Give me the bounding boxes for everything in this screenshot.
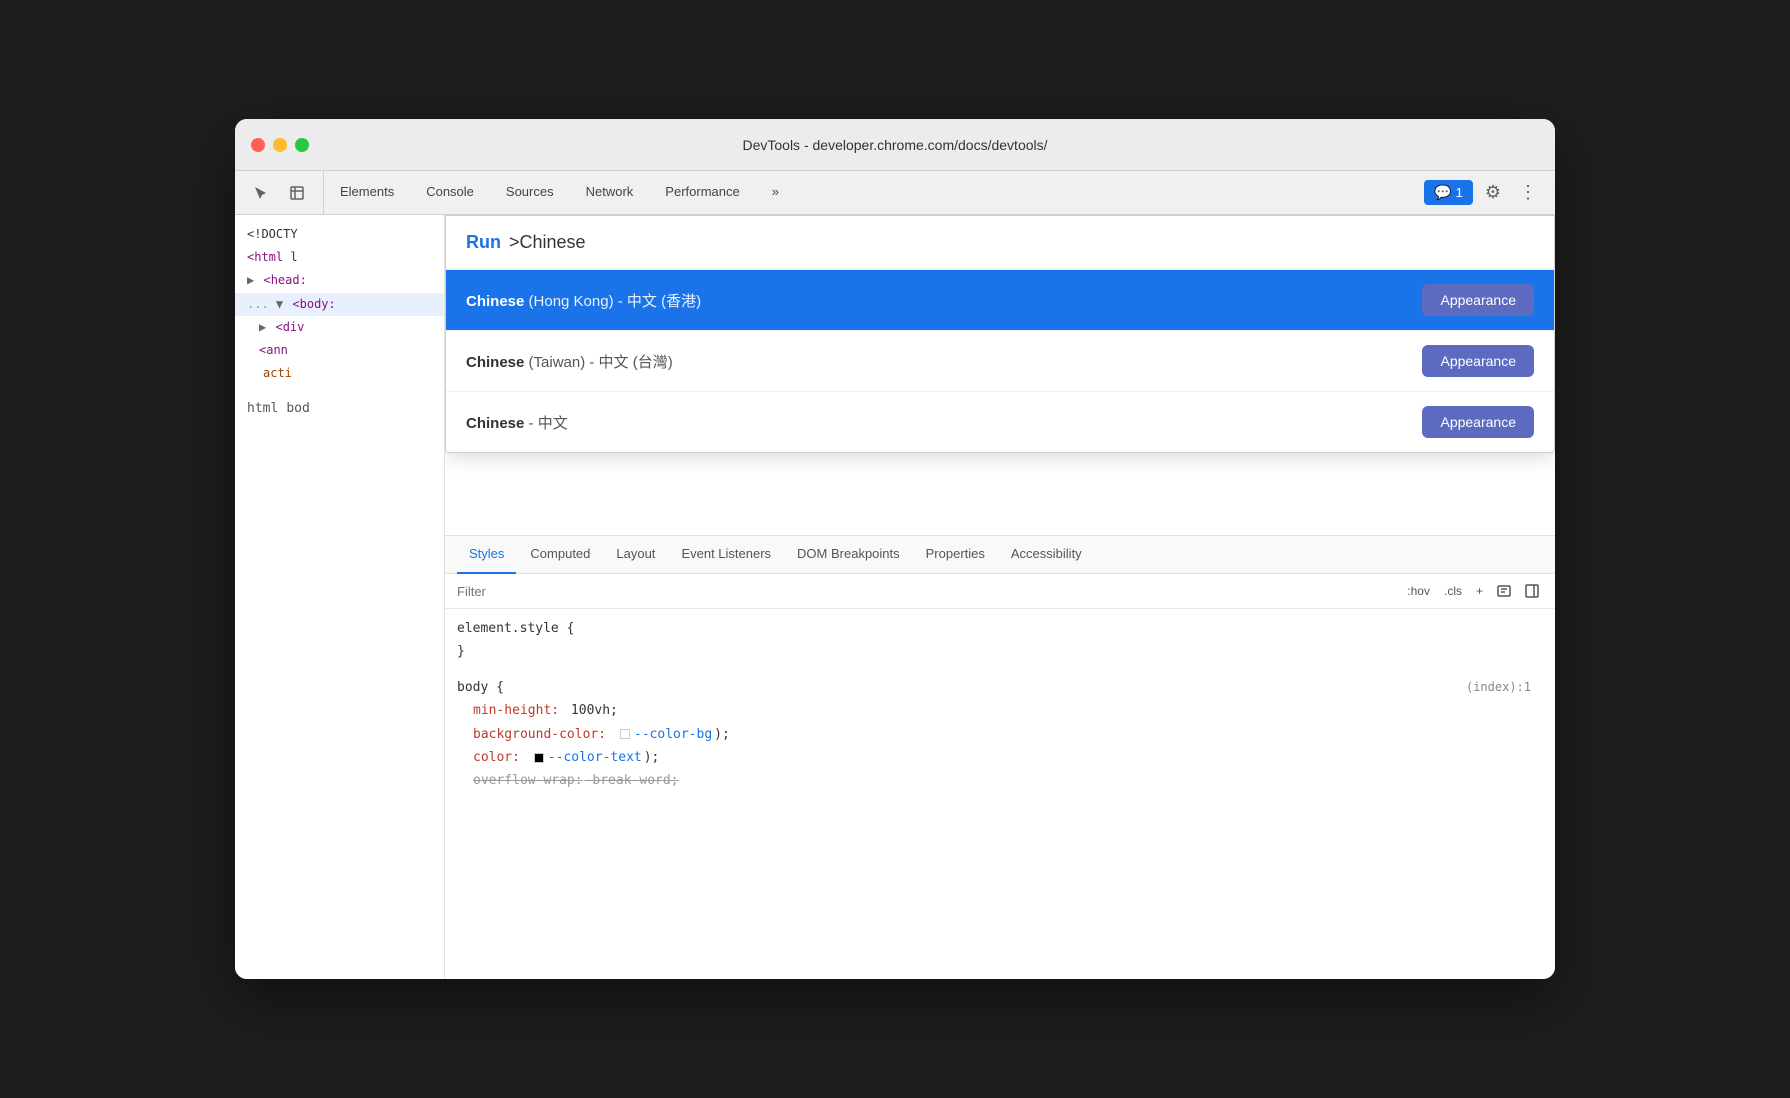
tab-styles[interactable]: Styles	[457, 536, 516, 574]
toolbar-right: 💬 1 ⚙ ⋮	[1412, 171, 1555, 214]
result-item-tw[interactable]: Chinese (Taiwan) - 中文 (台灣) Appearance	[446, 331, 1554, 392]
file-reference[interactable]: (index):1	[1466, 677, 1531, 699]
tab-event-listeners[interactable]: Event Listeners	[669, 536, 783, 574]
breadcrumb-body[interactable]: bod	[286, 401, 309, 416]
message-icon: 💬	[1434, 184, 1451, 201]
result-item-cn[interactable]: Chinese - 中文 Appearance	[446, 392, 1554, 452]
run-label: Run	[466, 232, 501, 253]
dom-line-head[interactable]: ▶ <head:	[235, 269, 444, 292]
dom-line-body[interactable]: ... ▼ <body:	[235, 293, 444, 316]
window-title: DevTools - developer.chrome.com/docs/dev…	[742, 137, 1047, 153]
appearance-button-tw[interactable]: Appearance	[1422, 345, 1534, 377]
text-color-swatch[interactable]	[534, 753, 544, 763]
filter-input[interactable]	[457, 584, 1395, 599]
appearance-button-cn[interactable]: Appearance	[1422, 406, 1534, 438]
tab-dom-breakpoints[interactable]: DOM Breakpoints	[785, 536, 912, 574]
window-controls	[251, 138, 309, 152]
tab-properties[interactable]: Properties	[914, 536, 997, 574]
result-bold-tw: Chinese	[466, 354, 524, 371]
prop-background-color: background-color: --color-bg );	[473, 723, 1543, 746]
titlebar: DevTools - developer.chrome.com/docs/dev…	[235, 119, 1555, 171]
appearance-button-hk[interactable]: Appearance	[1422, 284, 1534, 316]
body-rule-block: body { (index):1 min-height: 100vh; back…	[457, 676, 1543, 793]
settings-icon[interactable]: ⚙	[1479, 178, 1507, 207]
main-area: <!DOCTY <html l ▶ <head: ... ▼ <body: ▶ …	[235, 215, 1555, 979]
styles-tabs: Styles Computed Layout Event Listeners D…	[445, 536, 1555, 574]
more-options-icon[interactable]: ⋮	[1513, 178, 1543, 207]
breadcrumb-html[interactable]: html	[247, 401, 278, 416]
tab-console[interactable]: Console	[410, 171, 490, 214]
dom-line-doctype: <!DOCTY	[235, 223, 444, 246]
tab-elements[interactable]: Elements	[324, 171, 410, 214]
minimize-button[interactable]	[273, 138, 287, 152]
tab-performance[interactable]: Performance	[649, 171, 755, 214]
badge-count: 1	[1456, 185, 1463, 200]
prop-overflow-wrap: overflow-wrap: break-word;	[473, 769, 1543, 792]
devtools-toolbar: Elements Console Sources Network Perform…	[235, 171, 1555, 215]
result-bold-hk: Chinese	[466, 293, 524, 310]
body-selector-line: body { (index):1	[457, 676, 1543, 699]
dom-line-div[interactable]: ▶ <div	[235, 316, 444, 339]
close-button[interactable]	[251, 138, 265, 152]
command-results: Chinese (Hong Kong) - 中文 (香港) Appearance…	[446, 270, 1554, 452]
result-bold-cn: Chinese	[466, 415, 524, 432]
prop-color: color: --color-text );	[473, 746, 1543, 769]
cls-button[interactable]: .cls	[1440, 582, 1466, 600]
dom-line-ann[interactable]: <ann	[235, 339, 444, 362]
command-input-row: Run >Chinese	[446, 216, 1554, 270]
tab-accessibility[interactable]: Accessibility	[999, 536, 1094, 574]
bg-color-swatch[interactable]	[620, 729, 630, 739]
new-style-rule-icon[interactable]	[1493, 580, 1515, 602]
add-style-button[interactable]: +	[1472, 582, 1487, 600]
result-rest-tw: (Taiwan) - 中文 (台灣)	[524, 354, 672, 371]
element-style-block: element.style { }	[457, 617, 1543, 664]
result-rest-cn: - 中文	[524, 415, 567, 432]
tab-sources[interactable]: Sources	[490, 171, 570, 214]
messages-badge-button[interactable]: 💬 1	[1424, 180, 1473, 205]
inspect-icon[interactable]	[283, 179, 311, 207]
tab-computed[interactable]: Computed	[518, 536, 602, 574]
cursor-icon[interactable]	[247, 179, 275, 207]
prop-min-height: min-height: 100vh;	[473, 699, 1543, 722]
toggle-sidebar-icon[interactable]	[1521, 580, 1543, 602]
maximize-button[interactable]	[295, 138, 309, 152]
command-query: >Chinese	[509, 232, 586, 253]
bottom-panel: Styles Computed Layout Event Listeners D…	[445, 535, 1555, 979]
tab-layout[interactable]: Layout	[604, 536, 667, 574]
result-item-hk[interactable]: Chinese (Hong Kong) - 中文 (香港) Appearance	[446, 270, 1554, 331]
dom-line-html[interactable]: <html l	[235, 246, 444, 269]
command-palette: Run >Chinese Chinese (Hong Kong) - 中文 (香…	[445, 215, 1555, 453]
toolbar-icon-group	[235, 171, 324, 214]
element-style-close: }	[457, 640, 1543, 663]
css-content: element.style { } body { (index):1	[445, 609, 1555, 979]
element-style-selector: element.style {	[457, 617, 1543, 640]
tab-more[interactable]: »	[756, 171, 795, 214]
hov-button[interactable]: :hov	[1403, 582, 1434, 600]
right-panel: Run >Chinese Chinese (Hong Kong) - 中文 (香…	[445, 215, 1555, 979]
main-tabs: Elements Console Sources Network Perform…	[324, 171, 1412, 214]
result-rest-hk: (Hong Kong) - 中文 (香港)	[524, 293, 701, 310]
dom-panel: <!DOCTY <html l ▶ <head: ... ▼ <body: ▶ …	[235, 215, 445, 979]
filter-bar: :hov .cls +	[445, 574, 1555, 609]
filter-actions: :hov .cls +	[1403, 580, 1543, 602]
dom-line-acti: acti	[235, 362, 444, 385]
tab-network[interactable]: Network	[570, 171, 650, 214]
devtools-window: DevTools - developer.chrome.com/docs/dev…	[235, 119, 1555, 979]
